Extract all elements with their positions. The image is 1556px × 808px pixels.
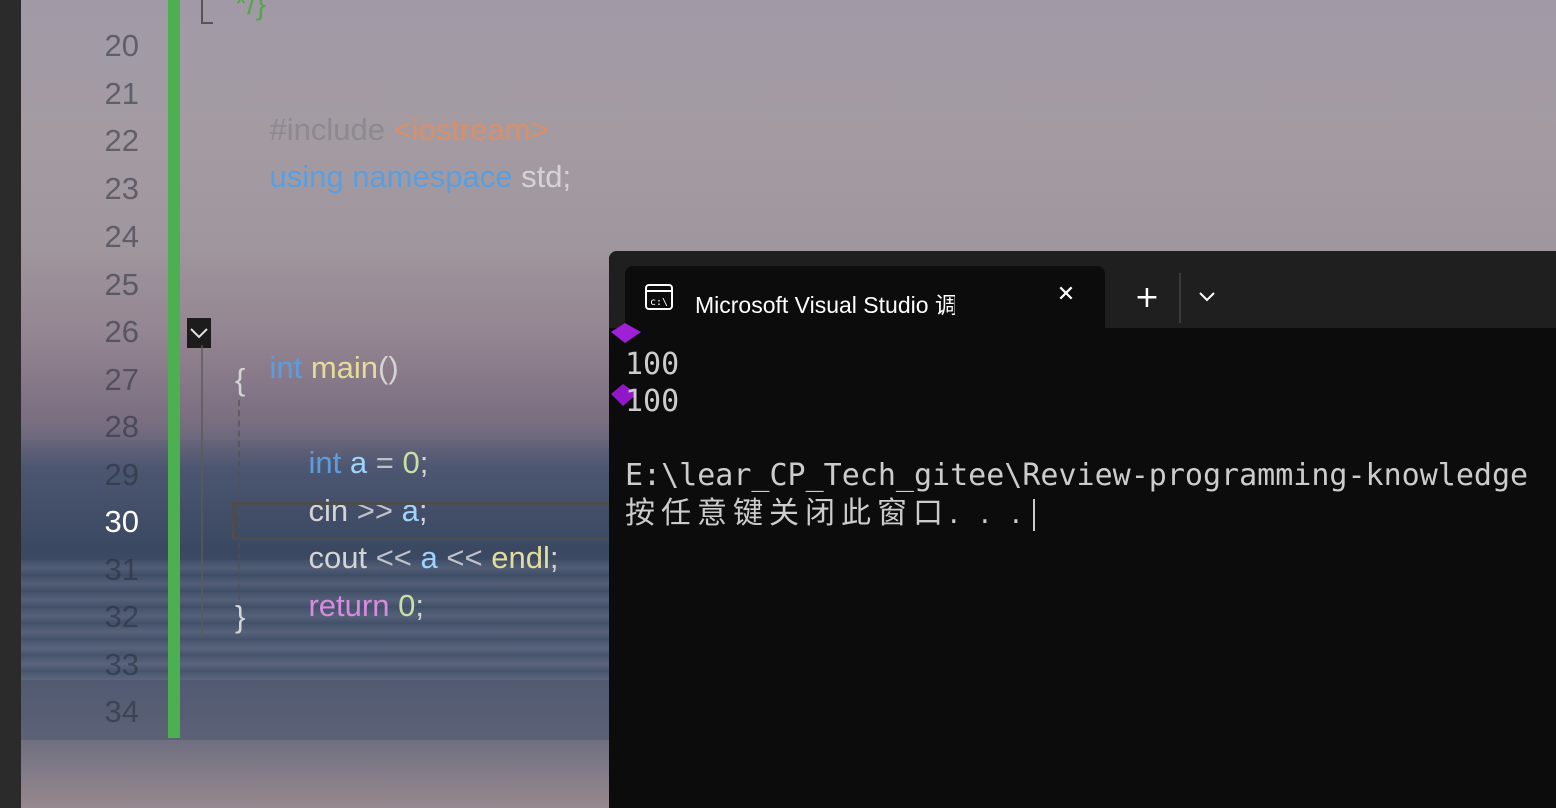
close-icon: ✕ xyxy=(1056,282,1076,307)
namespace-std: std; xyxy=(521,159,572,194)
keyword-return: return xyxy=(308,588,390,623)
line-number-active: 30 xyxy=(104,504,139,539)
line-number: 27 xyxy=(104,362,139,397)
identifier-endl: endl xyxy=(491,540,550,575)
line-number: 24 xyxy=(104,219,139,254)
output-line: 100 xyxy=(625,384,680,419)
code-line-open-brace[interactable]: { xyxy=(235,362,245,398)
console-icon: c:\ xyxy=(645,284,673,310)
code-line-close-brace[interactable]: } xyxy=(235,599,245,635)
line-number: 34 xyxy=(104,694,139,729)
text-caret xyxy=(1032,498,1035,531)
change-indicator-bar xyxy=(168,0,180,738)
terminal-window[interactable]: c:\ Microsoft Visual Studio 调试控制台 ✕ + 10… xyxy=(609,251,1556,808)
keyword-int: int xyxy=(269,350,303,385)
function-main: main xyxy=(310,350,379,385)
comment-end: */} xyxy=(235,0,267,21)
new-tab-button[interactable]: + xyxy=(1129,281,1165,315)
line-number: 29 xyxy=(104,457,139,492)
code-line-main[interactable]: int main() xyxy=(235,314,399,422)
fold-region-line xyxy=(201,345,203,637)
line-number: 31 xyxy=(104,552,139,587)
line-number: 28 xyxy=(104,409,139,444)
svg-text:c:\: c:\ xyxy=(650,297,668,308)
line-number: 33 xyxy=(104,647,139,682)
operator-insert: << xyxy=(446,540,483,575)
left-strip xyxy=(0,0,21,808)
output-line: 100 xyxy=(625,347,680,382)
line-number: 22 xyxy=(104,123,139,158)
line-number: 26 xyxy=(104,314,139,349)
line-number: 20 xyxy=(104,28,139,63)
terminal-tab[interactable]: c:\ Microsoft Visual Studio 调试控制台 ✕ xyxy=(625,266,1105,328)
fold-toggle-button[interactable] xyxy=(187,318,211,348)
line-number: 25 xyxy=(104,267,139,302)
output-path-line: E:\lear_CP_Tech_gitee\Review-programming… xyxy=(625,458,1529,493)
line-number: 32 xyxy=(104,599,139,634)
titlebar-divider xyxy=(1179,273,1181,323)
plus-icon: + xyxy=(1134,280,1160,315)
chevron-down-icon xyxy=(190,328,208,339)
semicolon: ; xyxy=(549,540,559,575)
code-line-return[interactable]: return 0; xyxy=(274,552,424,660)
tab-dropdown-button[interactable] xyxy=(1191,279,1223,313)
code-line-using[interactable]: using namespace std; xyxy=(235,123,571,231)
line-number: 23 xyxy=(104,171,139,206)
parens: () xyxy=(378,350,399,385)
output-prompt-line: 按任意键关闭此窗口. . . xyxy=(625,495,1035,532)
terminal-tab-title: Microsoft Visual Studio 调试控制台 xyxy=(695,292,955,318)
close-tab-button[interactable]: ✕ xyxy=(1051,280,1081,310)
keyword-namespace: namespace xyxy=(352,159,513,194)
line-number: 21 xyxy=(104,76,139,111)
semicolon: ; xyxy=(415,588,424,623)
number-literal: 0 xyxy=(398,588,416,623)
sync-marker-icon xyxy=(611,323,641,343)
fold-guide-top xyxy=(201,0,213,24)
keyword-using: using xyxy=(269,159,344,194)
chevron-down-icon xyxy=(1199,292,1215,302)
press-any-key-text: 按任意键关闭此窗口. . . xyxy=(625,496,1027,531)
